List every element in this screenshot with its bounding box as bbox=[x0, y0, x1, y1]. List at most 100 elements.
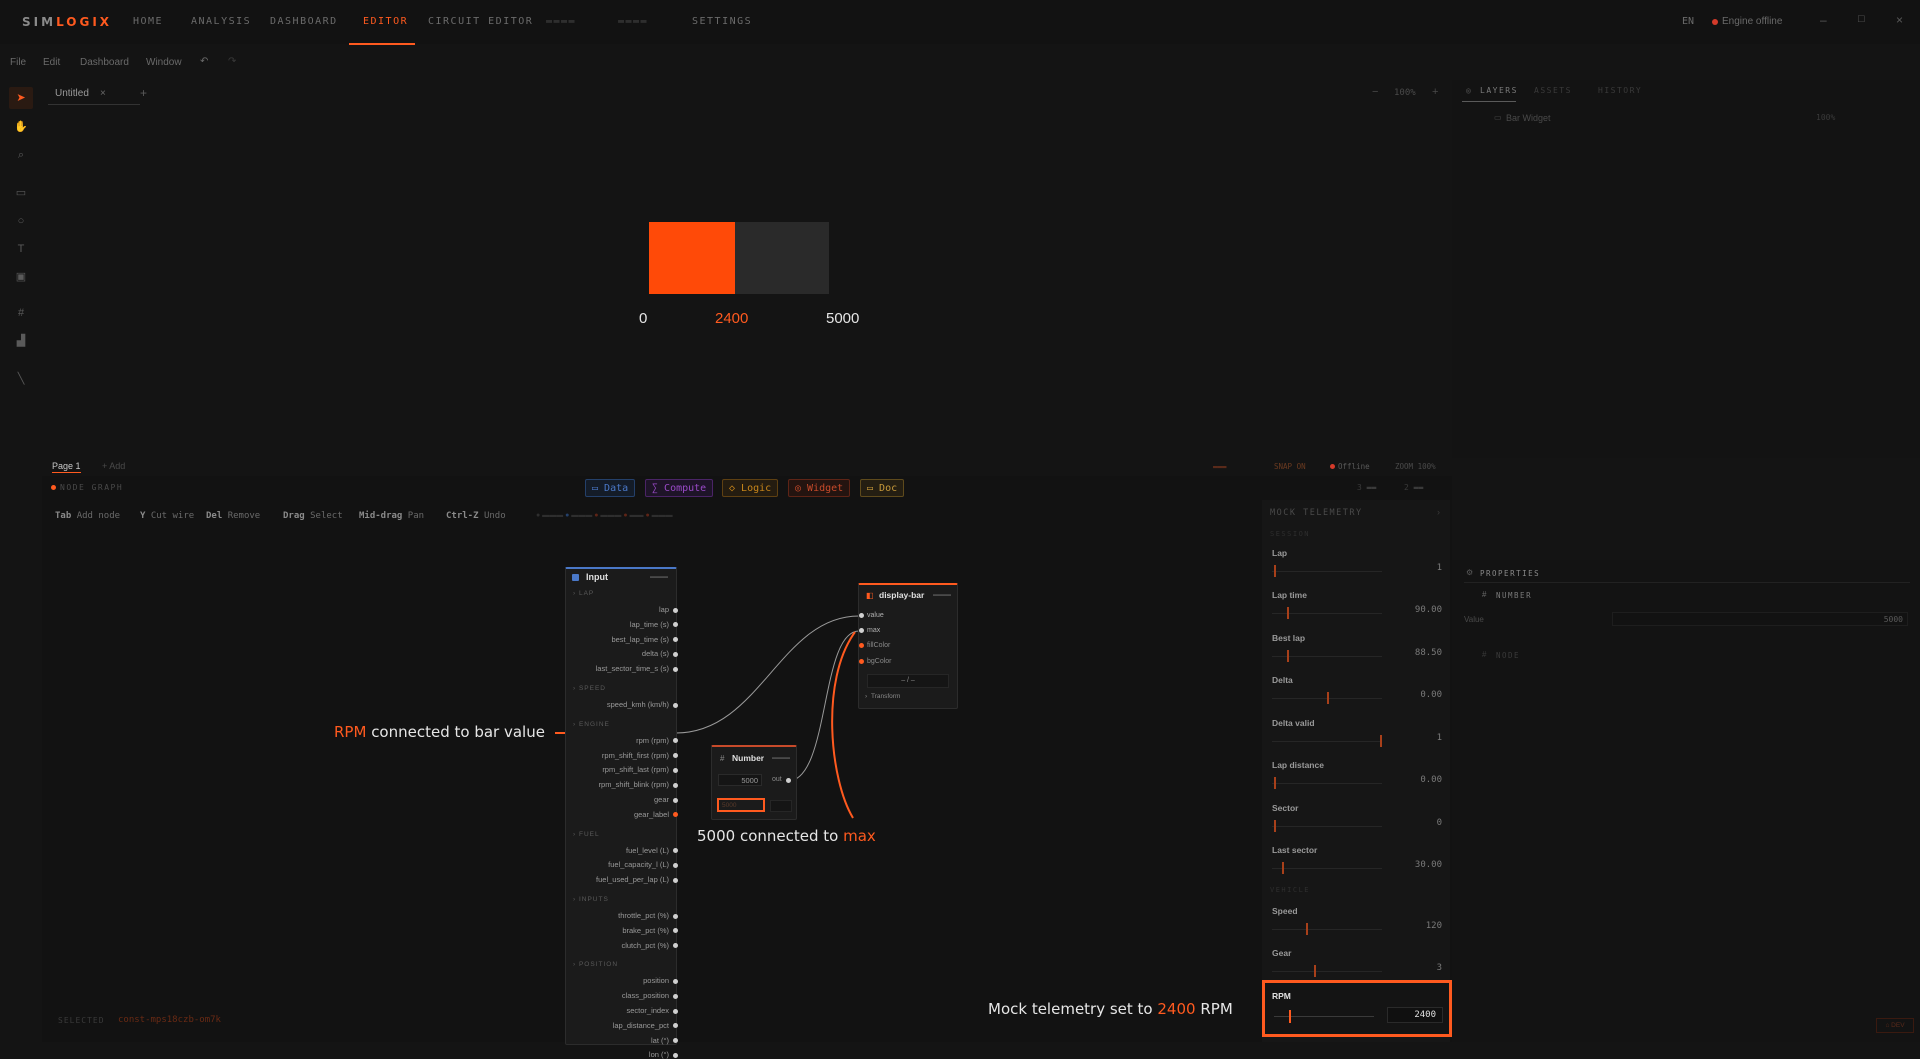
input-port[interactable]: brake_pct (%) bbox=[565, 926, 678, 935]
input-port[interactable]: best_lap_time (s) bbox=[565, 635, 678, 644]
rpm-value-field[interactable]: 2400 bbox=[1387, 1007, 1443, 1023]
mock-field-value[interactable]: 0.00 bbox=[1392, 775, 1442, 785]
mock-field-value[interactable]: 88.50 bbox=[1392, 648, 1442, 658]
number-out-port[interactable] bbox=[786, 778, 791, 783]
port-max-dot[interactable] bbox=[859, 628, 864, 633]
input-port-dot[interactable] bbox=[673, 637, 678, 643]
mock-field-slider-thumb[interactable] bbox=[1282, 862, 1285, 874]
input-port[interactable]: class_position bbox=[565, 991, 678, 1000]
number-subvalue-field[interactable]: 5000 bbox=[717, 798, 765, 812]
mock-field-value[interactable]: 90.00 bbox=[1392, 605, 1442, 615]
input-port-dot[interactable] bbox=[673, 622, 678, 628]
input-port[interactable]: lap bbox=[565, 605, 678, 614]
input-port[interactable]: speed_kmh (km/h) bbox=[565, 700, 678, 709]
mock-telemetry-title: MOCK TELEMETRY bbox=[1270, 508, 1363, 518]
input-port[interactable]: rpm_shift_first (rpm) bbox=[565, 751, 678, 760]
mock-field-slider-track[interactable] bbox=[1272, 783, 1382, 784]
input-port-dot[interactable] bbox=[673, 877, 678, 883]
input-port-dot[interactable] bbox=[673, 651, 678, 657]
input-port[interactable]: fuel_used_per_lap (L) bbox=[565, 875, 678, 884]
mock-field-slider-thumb[interactable] bbox=[1305, 923, 1308, 935]
display-node-select[interactable]: – / – bbox=[867, 674, 949, 688]
input-port-dot[interactable] bbox=[673, 1008, 678, 1014]
mock-field-slider-thumb[interactable] bbox=[1274, 777, 1276, 789]
input-port-dot[interactable] bbox=[673, 782, 678, 788]
transform-chevron-icon[interactable]: › bbox=[865, 693, 867, 700]
mock-field-slider-thumb[interactable] bbox=[1274, 565, 1276, 577]
mock-field-slider-track[interactable] bbox=[1272, 868, 1382, 869]
mock-field-slider-track[interactable] bbox=[1272, 826, 1382, 827]
input-port-dot[interactable] bbox=[673, 812, 678, 818]
property-value-input[interactable]: 5000 bbox=[1612, 612, 1908, 626]
input-port[interactable]: sector_index bbox=[565, 1006, 678, 1015]
number-aux-field[interactable] bbox=[770, 800, 792, 812]
mock-field-slider-thumb[interactable] bbox=[1314, 965, 1317, 977]
input-port-dot[interactable] bbox=[673, 702, 678, 708]
mock-field-slider-track[interactable] bbox=[1272, 929, 1382, 930]
display-node-transform[interactable]: Transform bbox=[871, 693, 900, 700]
port-fillcolor-dot[interactable] bbox=[859, 643, 864, 648]
number-out-label: out bbox=[772, 776, 782, 783]
input-port[interactable]: fuel_level (L) bbox=[565, 846, 678, 855]
mock-field-value[interactable]: 120 bbox=[1392, 921, 1442, 931]
input-port-dot[interactable] bbox=[673, 928, 678, 934]
input-port-dot[interactable] bbox=[673, 666, 678, 672]
input-port-dot[interactable] bbox=[673, 738, 678, 744]
input-port[interactable]: fuel_capacity_l (L) bbox=[565, 860, 678, 869]
mock-field-slider-track[interactable] bbox=[1272, 741, 1382, 742]
mock-field-slider-thumb[interactable] bbox=[1327, 692, 1329, 704]
display-bar-node[interactable]: ◧ display-bar ▬▬▬ value max fillColor bg… bbox=[858, 583, 958, 709]
input-port[interactable]: lap_time (s) bbox=[565, 620, 678, 629]
input-port-dot[interactable] bbox=[673, 1052, 678, 1058]
input-port-dot[interactable] bbox=[673, 797, 678, 803]
input-port[interactable]: lap_distance_pct bbox=[565, 1021, 678, 1030]
input-port[interactable]: position bbox=[565, 976, 678, 985]
port-value-dot[interactable] bbox=[859, 613, 864, 618]
input-port-dot[interactable] bbox=[673, 862, 678, 868]
number-value-field[interactable]: 5000 bbox=[718, 774, 762, 786]
input-port-dot[interactable] bbox=[673, 607, 678, 613]
mock-field-value[interactable]: 30.00 bbox=[1392, 860, 1442, 870]
input-port[interactable]: rpm (rpm) bbox=[565, 736, 678, 745]
mock-panel-chevron-icon[interactable]: › bbox=[1437, 507, 1440, 517]
input-port[interactable]: rpm_shift_blink (rpm) bbox=[565, 780, 678, 789]
mock-field-slider-track[interactable] bbox=[1272, 971, 1382, 972]
mock-field-value[interactable]: 0 bbox=[1392, 818, 1442, 828]
rpm-slider-thumb[interactable] bbox=[1289, 1010, 1291, 1023]
input-port[interactable]: rpm_shift_last (rpm) bbox=[565, 765, 678, 774]
mock-field-label: Sector bbox=[1272, 803, 1299, 813]
properties-section-number: NUMBER bbox=[1496, 591, 1533, 600]
number-node[interactable]: # Number ▬▬▬ 5000 out 5000 bbox=[711, 745, 797, 820]
port-bgcolor-dot[interactable] bbox=[859, 659, 864, 664]
mock-field-slider-thumb[interactable] bbox=[1274, 820, 1276, 832]
input-port-dot[interactable] bbox=[673, 767, 678, 773]
input-port-dot[interactable] bbox=[673, 993, 678, 999]
input-port-dot[interactable] bbox=[673, 978, 678, 984]
input-group-lap: › LAP bbox=[573, 590, 595, 597]
mock-field-slider-thumb[interactable] bbox=[1380, 735, 1382, 747]
input-port[interactable]: throttle_pct (%) bbox=[565, 911, 678, 920]
input-port[interactable]: gear_label bbox=[565, 810, 678, 819]
mock-section-vehicle: VEHICLE bbox=[1270, 886, 1311, 894]
mock-field-slider-thumb[interactable] bbox=[1286, 607, 1289, 619]
input-port[interactable]: delta (s) bbox=[565, 649, 678, 658]
mock-field-value[interactable]: 0.00 bbox=[1392, 690, 1442, 700]
input-port-dot[interactable] bbox=[673, 753, 678, 759]
input-port[interactable]: clutch_pct (%) bbox=[565, 941, 678, 950]
input-port[interactable]: lat (°) bbox=[565, 1036, 678, 1045]
input-port[interactable]: lon (°) bbox=[565, 1050, 678, 1059]
mock-field-value[interactable]: 1 bbox=[1392, 563, 1442, 573]
dev-badge[interactable]: ⌂ DEV bbox=[1876, 1018, 1914, 1033]
input-port[interactable]: gear bbox=[565, 795, 678, 804]
input-port-dot[interactable] bbox=[673, 1023, 678, 1029]
input-port[interactable]: last_sector_time_s (s) bbox=[565, 664, 678, 673]
input-port-label: rpm (rpm) bbox=[636, 735, 669, 745]
mock-field-slider-track[interactable] bbox=[1272, 571, 1382, 572]
mock-field-value[interactable]: 3 bbox=[1392, 963, 1442, 973]
input-port-dot[interactable] bbox=[673, 848, 678, 854]
input-port-dot[interactable] bbox=[673, 913, 678, 919]
mock-field-slider-thumb[interactable] bbox=[1286, 650, 1289, 662]
input-port-dot[interactable] bbox=[673, 1038, 678, 1044]
mock-field-value[interactable]: 1 bbox=[1392, 733, 1442, 743]
input-port-dot[interactable] bbox=[673, 943, 678, 949]
